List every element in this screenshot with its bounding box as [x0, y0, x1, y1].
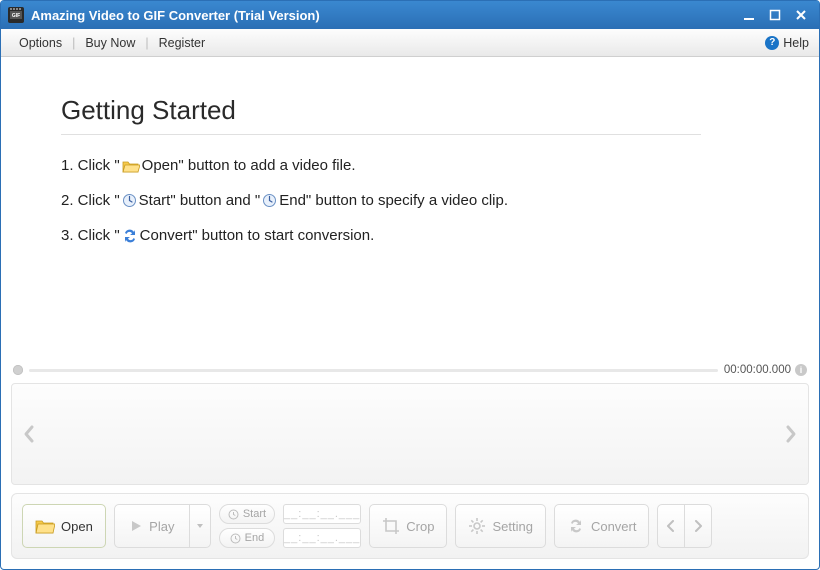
end-button[interactable]: End [219, 528, 275, 548]
minimize-button[interactable] [737, 5, 761, 25]
close-button[interactable] [789, 5, 813, 25]
filmstrip-prev[interactable] [20, 424, 38, 444]
clock-end-icon [262, 193, 277, 208]
play-button-group: Play [114, 504, 211, 548]
window-title: Amazing Video to GIF Converter (Trial Ve… [31, 8, 320, 23]
timeline-track[interactable] [29, 369, 718, 372]
setting-label: Setting [492, 519, 532, 534]
step-2: 2. Click " Start" button and " End" butt… [61, 192, 759, 209]
menu-register[interactable]: Register [151, 36, 214, 50]
clock-icon [230, 533, 241, 544]
nav-buttons [657, 504, 712, 548]
open-button[interactable]: Open [22, 504, 106, 548]
info-icon[interactable]: i [795, 364, 807, 376]
heading-divider [61, 134, 701, 135]
prev-button[interactable] [657, 504, 685, 548]
timeline-time: 00:00:00.000 [724, 364, 791, 376]
start-end-fields: __:__:__.___ __:__:__.___ [283, 504, 361, 548]
play-icon [129, 519, 143, 533]
timeline: 00:00:00.000 i [1, 361, 819, 383]
folder-open-icon [35, 518, 55, 534]
convert-icon [567, 517, 585, 535]
convert-label: Convert [591, 519, 637, 534]
help-icon: ? [765, 36, 779, 50]
help-label: Help [783, 36, 809, 50]
filmstrip-next[interactable] [782, 424, 800, 444]
chevron-left-icon [666, 520, 676, 532]
convert-icon [122, 228, 138, 244]
menu-help[interactable]: ? Help [765, 36, 809, 50]
crop-button[interactable]: Crop [369, 504, 447, 548]
step-1: 1. Click " Open" button to add a video f… [61, 157, 759, 174]
svg-text:GIF: GIF [12, 13, 20, 19]
play-label: Play [149, 519, 174, 534]
play-dropdown[interactable] [189, 504, 211, 548]
getting-started-heading: Getting Started [61, 95, 759, 126]
crop-icon [382, 517, 400, 535]
start-button[interactable]: Start [219, 504, 275, 524]
maximize-button[interactable] [763, 5, 787, 25]
start-label: Start [243, 508, 266, 520]
filmstrip [11, 383, 809, 485]
chevron-right-icon [693, 520, 703, 532]
gear-icon [468, 517, 486, 535]
toolbar: Open Play Start End __:__:__.___ __:__:_… [11, 493, 809, 559]
next-button[interactable] [684, 504, 712, 548]
menu-buy-now[interactable]: Buy Now [77, 36, 143, 50]
crop-label: Crop [406, 519, 434, 534]
convert-button[interactable]: Convert [554, 504, 650, 548]
setting-button[interactable]: Setting [455, 504, 545, 548]
step-3: 3. Click " Convert" button to start conv… [61, 227, 759, 244]
titlebar: GIF Amazing Video to GIF Converter (Tria… [1, 1, 819, 29]
play-button[interactable]: Play [114, 504, 190, 548]
timeline-playhead[interactable] [13, 365, 23, 375]
app-icon: GIF [7, 6, 25, 24]
end-time-field[interactable]: __:__:__.___ [283, 528, 361, 548]
clock-icon [228, 509, 239, 520]
content-area: Getting Started 1. Click " Open" button … [1, 57, 819, 361]
end-label: End [245, 532, 265, 544]
chevron-down-icon [195, 521, 205, 531]
clock-start-icon [122, 193, 137, 208]
start-time-field[interactable]: __:__:__.___ [283, 504, 361, 524]
menubar: Options | Buy Now | Register ? Help [1, 29, 819, 57]
start-end-buttons: Start End [219, 504, 275, 548]
open-label: Open [61, 519, 93, 534]
menu-options[interactable]: Options [11, 36, 70, 50]
folder-open-icon [122, 159, 140, 173]
